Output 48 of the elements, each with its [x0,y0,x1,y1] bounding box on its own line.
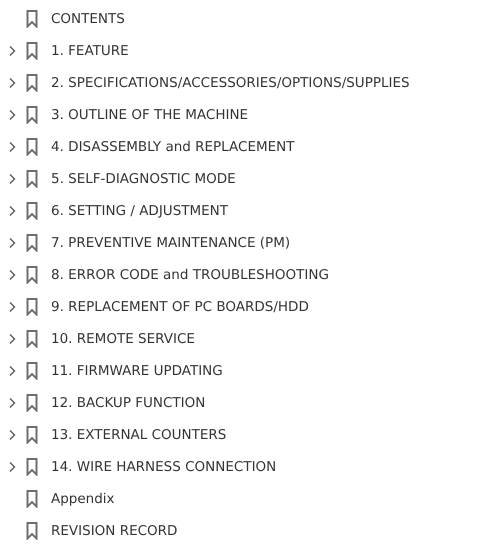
bookmark-item[interactable]: REVISION RECORD [51,523,178,539]
bookmark-icon [26,234,38,252]
chevron-icon[interactable] [7,333,17,345]
chevron-icon[interactable] [7,301,17,313]
bookmark-item[interactable]: 13. EXTERNAL COUNTERS [51,427,226,443]
bookmark-icon [26,522,38,540]
bookmark-item[interactable]: Appendix [51,491,115,507]
chevron-icon[interactable] [7,45,17,57]
bookmark-icon [26,426,38,444]
bookmark-item[interactable]: 14. WIRE HARNESS CONNECTION [51,459,276,475]
chevron-icon[interactable] [7,109,17,121]
bookmark-item[interactable]: 3. OUTLINE OF THE MACHINE [51,107,248,123]
bookmark-item[interactable]: 5. SELF-DIAGNOSTIC MODE [51,171,236,187]
chevron-icon[interactable] [7,397,17,409]
chevron-icon[interactable] [7,365,17,377]
bookmark-icon [26,266,38,284]
chevron-icon[interactable] [7,77,17,89]
chevron-icon[interactable] [7,173,17,185]
bookmark-item[interactable]: 8. ERROR CODE and TROUBLESHOOTING [51,267,329,283]
chevron-icon[interactable] [7,461,17,473]
bookmark-icon [26,394,38,412]
bookmark-icon [26,138,38,156]
bookmark-item[interactable]: 2. SPECIFICATIONS/ACCESSORIES/OPTIONS/SUPPLIES [51,75,410,91]
bookmark-icon [26,202,38,220]
bookmark-icon [26,298,38,316]
chevron-icon[interactable] [7,141,17,153]
bookmark-icon [26,458,38,476]
bookmark-icon [26,74,38,92]
bookmark-item[interactable]: CONTENTS [51,11,125,27]
bookmark-item[interactable]: 9. REPLACEMENT OF PC BOARDS/HDD [51,299,309,315]
bookmark-icon [26,170,38,188]
bookmark-item[interactable]: 1. FEATURE [51,43,129,59]
bookmark-icon [26,10,38,28]
chevron-icon[interactable] [7,429,17,441]
chevron-icon[interactable] [7,205,17,217]
bookmark-item[interactable]: 12. BACKUP FUNCTION [51,395,206,411]
chevron-icon[interactable] [7,237,17,249]
bookmark-item[interactable]: 11. FIRMWARE UPDATING [51,363,223,379]
bookmark-icon [26,330,38,348]
bookmark-icon [26,42,38,60]
bookmark-item[interactable]: 4. DISASSEMBLY and REPLACEMENT [51,139,294,155]
bookmark-item[interactable]: 10. REMOTE SERVICE [51,331,195,347]
bookmark-item[interactable]: 7. PREVENTIVE MAINTENANCE (PM) [51,235,290,251]
bookmark-icon [26,490,38,508]
bookmark-icon [26,362,38,380]
chevron-icon[interactable] [7,269,17,281]
bookmark-icon [26,106,38,124]
bookmark-item[interactable]: 6. SETTING / ADJUSTMENT [51,203,228,219]
